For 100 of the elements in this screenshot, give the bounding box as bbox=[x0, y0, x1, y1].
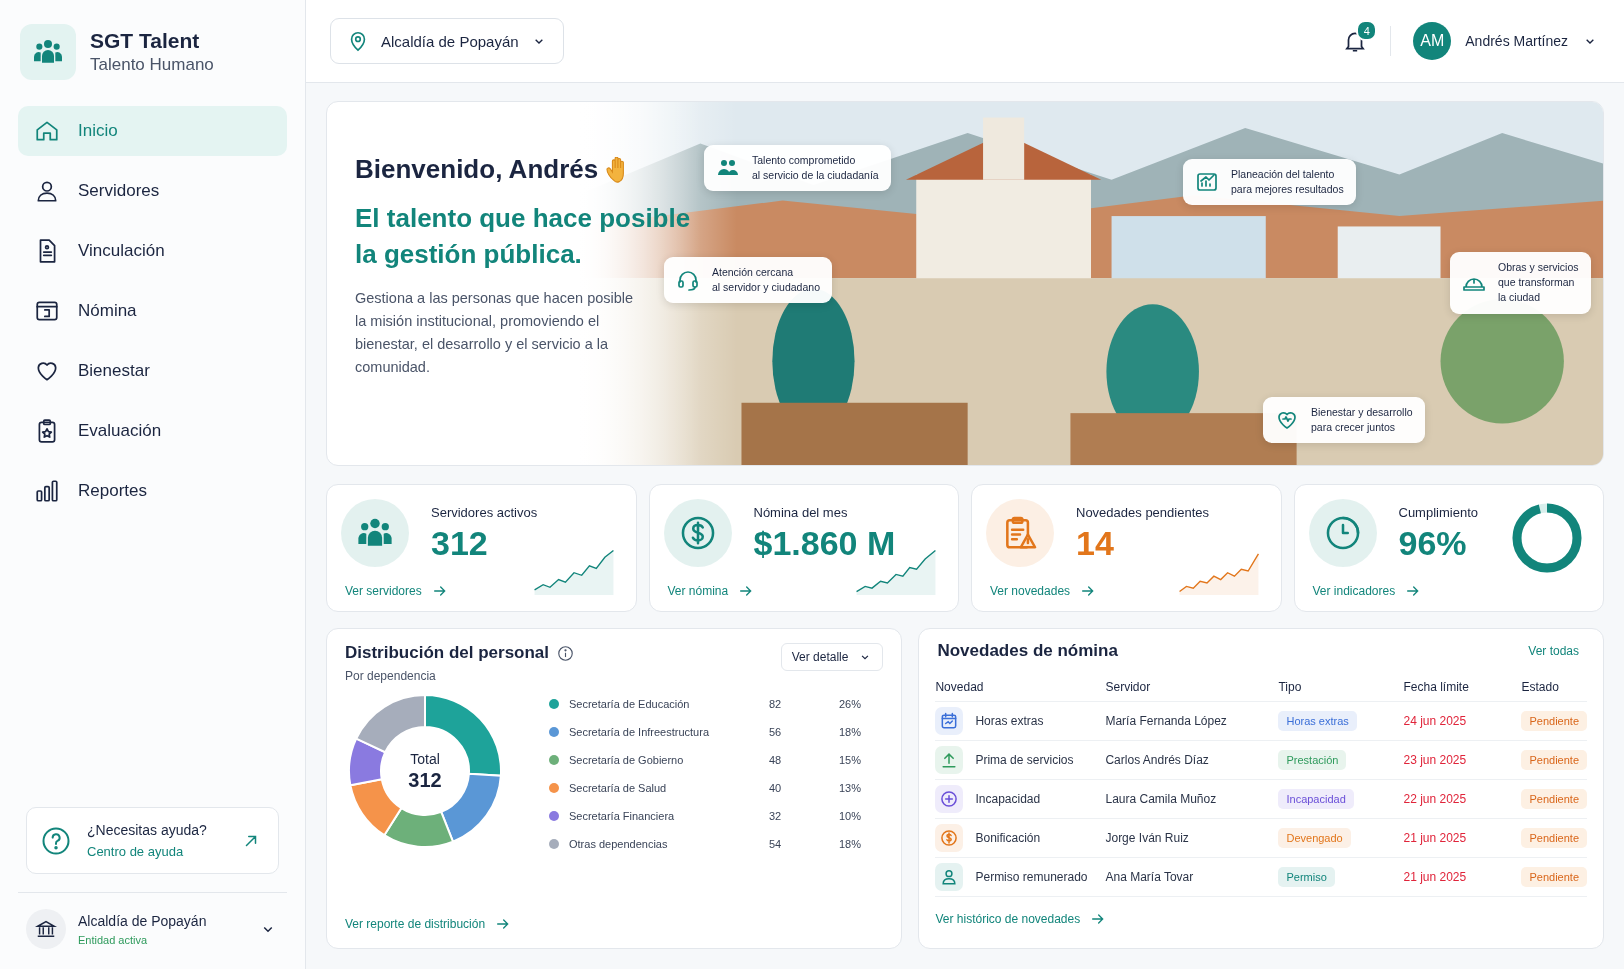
legend-percent: 18% bbox=[839, 838, 863, 850]
app-name: SGT Talent bbox=[90, 29, 201, 53]
table-cell-text: María Fernanda López bbox=[1105, 714, 1228, 728]
type-tag: Devengado bbox=[1278, 828, 1351, 848]
callout-text: Obras y servicios que transforman la ciudad bbox=[1498, 260, 1579, 306]
status-tag: Pendiente bbox=[1521, 789, 1587, 809]
view-all-link[interactable]: Ver todas bbox=[1528, 644, 1579, 658]
legend-percent: 15% bbox=[839, 754, 863, 766]
nav-item[interactable]: Vinculación bbox=[18, 226, 287, 276]
legend-count: 56 bbox=[769, 726, 783, 738]
callout-text: Atención cercana al servidor y ciudadano bbox=[712, 265, 820, 296]
table-cell: Prima de servicios bbox=[975, 753, 1074, 767]
table-cell-text: Ana María Tovar bbox=[1105, 870, 1195, 884]
type-tag: Horas extras bbox=[1278, 711, 1357, 731]
stat-label: Cumplimiento bbox=[1398, 505, 1478, 520]
callout-text: Bienestar y desarrollo para crecer juntos bbox=[1311, 405, 1413, 436]
bar-chart-icon bbox=[34, 478, 60, 504]
stat-value: $1.860 M bbox=[753, 524, 896, 563]
progress-ring bbox=[1511, 502, 1583, 574]
total-value: 312 bbox=[408, 768, 442, 792]
user-name[interactable]: Andrés Martínez bbox=[1465, 33, 1568, 49]
due-date: 22 jun 2025 bbox=[1403, 792, 1468, 806]
legend-count: 54 bbox=[769, 838, 783, 850]
legend-percent: 18% bbox=[839, 726, 863, 738]
hero-description: Gestiona a las personas que hacen posible la misión institucional, promoviendo el bienestar, el desarrollo y el servicio a la comunidad. bbox=[355, 288, 635, 378]
legend-label: Secretaría de Gobierno bbox=[569, 754, 685, 766]
type-tag: Incapacidad bbox=[1278, 789, 1354, 809]
legend-count: 40 bbox=[769, 782, 783, 794]
total-label: Total bbox=[410, 750, 440, 767]
nav-item[interactable]: Servidores bbox=[18, 166, 287, 216]
panel-subtitle: Por dependencia bbox=[345, 669, 437, 683]
column-header: Tipo bbox=[1278, 680, 1303, 694]
report-link[interactable]: Ver reporte de distribución bbox=[345, 916, 884, 932]
legend-percent: 26% bbox=[839, 698, 863, 710]
app-subtitle: Talento Humano bbox=[90, 55, 214, 75]
payroll-icon bbox=[34, 298, 60, 324]
legend-label: Secretaría de Infreestructura bbox=[569, 726, 710, 738]
legend-label: Secretaría Financiera bbox=[569, 810, 676, 822]
table-cell: Horas extras bbox=[975, 714, 1044, 728]
due-date: 23 jun 2025 bbox=[1403, 753, 1468, 767]
history-link[interactable]: Ver histórico de novedades bbox=[935, 911, 1587, 927]
nav-item[interactable]: Bienestar bbox=[18, 346, 287, 396]
legend-percent: 13% bbox=[839, 782, 863, 794]
stat-link[interactable]: Ver nómina bbox=[667, 583, 755, 599]
panel-title: Distribución del personal bbox=[345, 643, 550, 663]
nav-item[interactable]: Nómina bbox=[18, 286, 287, 336]
due-date: 21 jun 2025 bbox=[1403, 831, 1468, 845]
status-tag: Pendiente bbox=[1521, 867, 1587, 887]
legend-percent: 10% bbox=[839, 810, 863, 822]
stat-link[interactable]: Ver indicadores bbox=[1312, 583, 1422, 599]
status-tag: Pendiente bbox=[1521, 711, 1587, 731]
detail-dropdown[interactable]: Ver detalle bbox=[780, 643, 884, 671]
location-dropdown[interactable]: Alcaldía de Popayán bbox=[330, 18, 564, 64]
status-tag: Pendiente bbox=[1521, 828, 1587, 848]
type-tag: Prestación bbox=[1278, 750, 1347, 770]
entity-name: Alcaldía de Popayán bbox=[78, 912, 208, 929]
stat-label: Servidores activos bbox=[431, 505, 538, 520]
legend-count: 32 bbox=[769, 810, 783, 822]
help-link[interactable]: Centro de ayuda bbox=[87, 844, 226, 859]
notification-count: 4 bbox=[1356, 20, 1378, 41]
hero-headline: El talento que hace posible la gestión pública. bbox=[355, 202, 692, 271]
help-icon bbox=[41, 825, 71, 856]
info-icon[interactable] bbox=[557, 644, 575, 662]
help-title: ¿Necesitas ayuda? bbox=[87, 822, 208, 838]
table-cell: Bonificación bbox=[975, 831, 1041, 845]
stat-link[interactable]: Ver servidores bbox=[345, 583, 448, 599]
callout-text: Planeación del talento para mejores resultados bbox=[1231, 167, 1344, 198]
stat-value: 96% bbox=[1398, 524, 1468, 563]
type-tag: Permiso bbox=[1278, 867, 1335, 887]
stat-value: 312 bbox=[431, 524, 489, 563]
entity-status: Entidad activa bbox=[78, 933, 149, 946]
column-header: Fecha límite bbox=[1403, 680, 1470, 694]
table-cell: Permiso remunerado bbox=[975, 870, 1088, 884]
stat-value: 14 bbox=[1076, 524, 1115, 563]
waving-hand-icon bbox=[606, 156, 626, 183]
arrow-right-icon bbox=[431, 583, 448, 599]
column-header: Estado bbox=[1521, 680, 1560, 694]
table-cell-text: Carlos Andrés Díaz bbox=[1105, 753, 1210, 767]
table-cell-text: Jorge Iván Ruiz bbox=[1105, 831, 1190, 845]
nav-item[interactable]: Inicio bbox=[18, 106, 287, 156]
user-avatar[interactable]: AM bbox=[1413, 22, 1452, 60]
due-date: 21 jun 2025 bbox=[1403, 870, 1468, 884]
stat-label: Novedades pendientes bbox=[1076, 505, 1209, 520]
column-header: Servidor bbox=[1105, 680, 1152, 694]
nav-item[interactable]: Reportes bbox=[18, 466, 287, 516]
legend-label: Secretaría de Salud bbox=[569, 782, 668, 794]
headset-icon bbox=[676, 268, 700, 293]
legend-count: 48 bbox=[769, 754, 783, 766]
nav-item[interactable]: Evaluación bbox=[18, 406, 287, 456]
stat-label: Nómina del mes bbox=[753, 505, 849, 520]
legend-label: Secretaría de Educación bbox=[569, 698, 691, 710]
table-cell: Incapacidad bbox=[975, 792, 1041, 806]
panel-title: Novedades de nómina bbox=[937, 641, 1118, 661]
column-header: Novedad bbox=[935, 680, 985, 694]
callout-text: Talento comprometido al servicio de la ciudadanía bbox=[752, 153, 879, 184]
status-tag: Pendiente bbox=[1521, 750, 1587, 770]
stat-link[interactable]: Ver novedades bbox=[990, 583, 1097, 599]
legend-count: 82 bbox=[769, 698, 783, 710]
legend-label: Otras dependencias bbox=[569, 838, 669, 850]
bank-icon bbox=[26, 909, 66, 949]
